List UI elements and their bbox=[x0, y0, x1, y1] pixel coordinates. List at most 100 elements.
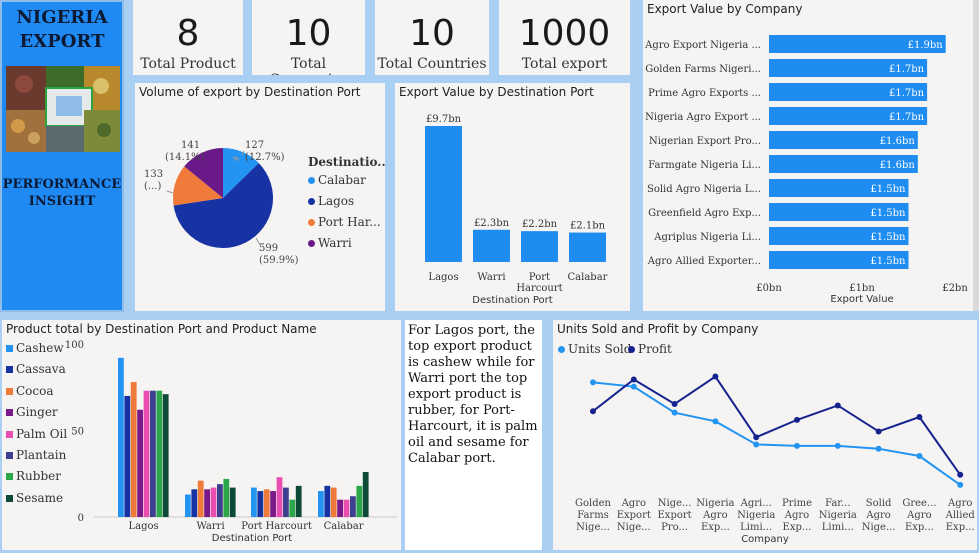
product-bar[interactable] bbox=[330, 487, 337, 517]
product-bar[interactable] bbox=[324, 485, 331, 517]
pie-label-warri-value: 141 bbox=[181, 140, 200, 151]
product-bar[interactable] bbox=[118, 357, 124, 517]
profit-point[interactable] bbox=[957, 471, 964, 478]
product-bar[interactable] bbox=[276, 477, 283, 517]
product-bar[interactable] bbox=[150, 390, 156, 517]
product-bar[interactable] bbox=[263, 489, 270, 517]
units-sold-point[interactable] bbox=[630, 383, 637, 390]
product-bar[interactable] bbox=[318, 491, 324, 517]
product-bar[interactable] bbox=[270, 491, 276, 517]
units-sold-point[interactable] bbox=[794, 442, 800, 449]
product-bar[interactable] bbox=[143, 390, 150, 517]
profit-point[interactable] bbox=[916, 414, 923, 420]
product-bar[interactable] bbox=[257, 491, 264, 517]
pie-legend-calabar[interactable]: Calabar bbox=[308, 173, 366, 187]
pie-legend-port-harcourt[interactable]: Port Har... bbox=[308, 215, 381, 229]
units-sold-point[interactable] bbox=[875, 445, 882, 452]
product-bar[interactable] bbox=[185, 494, 191, 517]
legend-label: Calabar bbox=[318, 173, 366, 187]
kpi-value: 10 bbox=[285, 13, 332, 54]
product-bar[interactable] bbox=[295, 485, 302, 517]
port-bar-data-label: £2.1bn bbox=[570, 221, 606, 232]
pie-label-portharcourt-value: 133 bbox=[144, 169, 163, 180]
product-bar[interactable] bbox=[156, 390, 163, 517]
sidebar: NIGERIA EXPORT PERFORMANCE INSIGHT bbox=[0, 0, 124, 312]
company-category-label: Agro Export Nigeria ... bbox=[644, 40, 761, 51]
company-x-tick-label: £2bn bbox=[942, 283, 968, 294]
pie-chart-panel: Volume of export by Destination Port 127… bbox=[135, 83, 385, 311]
product-bar[interactable] bbox=[223, 478, 230, 517]
company-bar-data-label: £1.5bn bbox=[870, 208, 906, 219]
legend-dot bbox=[308, 198, 315, 205]
profit-point[interactable] bbox=[630, 376, 637, 383]
company-x-label: Far... bbox=[825, 498, 850, 509]
product-bar[interactable] bbox=[251, 487, 257, 517]
scrollbar[interactable] bbox=[973, 0, 979, 311]
profit-point[interactable] bbox=[590, 408, 596, 415]
port-category-label: Harcourt bbox=[516, 283, 562, 294]
pie-label-calabar-pct: (12.7%) bbox=[245, 152, 285, 163]
units-sold-point[interactable] bbox=[834, 442, 841, 449]
profit-point[interactable] bbox=[834, 402, 841, 409]
company-x-label: Agro bbox=[906, 510, 931, 521]
company-category-label: Agro Allied Exporter... bbox=[647, 256, 761, 267]
product-bar[interactable] bbox=[337, 499, 343, 517]
profit-point[interactable] bbox=[753, 434, 760, 441]
units-profit-x-axis-title: Company bbox=[741, 534, 789, 545]
company-bar-data-label: £1.5bn bbox=[870, 232, 906, 243]
pie-legend-lagos[interactable]: Lagos bbox=[308, 194, 354, 208]
port-bar[interactable] bbox=[569, 232, 606, 262]
company-x-label: Agro bbox=[865, 510, 890, 521]
profit-line bbox=[592, 375, 962, 476]
product-bar[interactable] bbox=[289, 499, 296, 517]
port-bar[interactable] bbox=[473, 229, 510, 262]
produce-image bbox=[6, 66, 120, 152]
port-bar[interactable] bbox=[425, 126, 462, 262]
units-sold-point[interactable] bbox=[916, 453, 923, 459]
kpi-label: Total Companies bbox=[269, 56, 348, 75]
product-bar[interactable] bbox=[162, 394, 169, 517]
product-bar[interactable] bbox=[130, 382, 137, 517]
company-category-label: Prime Agro Exports ... bbox=[648, 88, 761, 99]
port-value-chart-panel: Export Value by Destination Port £9.7bn L… bbox=[395, 83, 630, 311]
kpi-value: 8 bbox=[176, 13, 200, 54]
units-sold-point[interactable] bbox=[590, 379, 596, 386]
port-bar-data-label: £9.7bn bbox=[426, 114, 462, 125]
profit-point[interactable] bbox=[875, 428, 882, 435]
profit-point[interactable] bbox=[671, 401, 678, 407]
company-value-x-axis-title: Export Value bbox=[830, 294, 894, 305]
product-category-label: Lagos bbox=[129, 521, 159, 532]
units-sold-point[interactable] bbox=[957, 481, 964, 488]
profit-point[interactable] bbox=[794, 416, 800, 423]
units-sold-point[interactable] bbox=[753, 441, 760, 448]
product-bar[interactable] bbox=[362, 472, 369, 517]
profit-point[interactable] bbox=[712, 373, 719, 380]
port-category-label: Warri bbox=[477, 272, 505, 283]
legend-label: Port Har... bbox=[318, 215, 381, 229]
company-x-label: Nigeria bbox=[819, 510, 857, 521]
units-sold-point[interactable] bbox=[671, 409, 678, 416]
units-profit-chart: GoldenFarmsNige...AgroExportNige...Nige.… bbox=[575, 373, 975, 533]
pie-label-warri-pct: (14.1%) bbox=[165, 152, 205, 163]
product-category-label: Warri bbox=[197, 521, 225, 532]
product-bar[interactable] bbox=[217, 484, 223, 517]
units-sold-point[interactable] bbox=[712, 418, 719, 425]
product-bar[interactable] bbox=[356, 485, 363, 517]
port-bar[interactable] bbox=[521, 231, 558, 262]
product-bar[interactable] bbox=[191, 489, 198, 517]
kpi-label: Total Countries bbox=[377, 56, 487, 72]
company-bar-data-label: £1.6bn bbox=[880, 136, 916, 147]
product-bar[interactable] bbox=[124, 395, 131, 517]
product-bar[interactable] bbox=[283, 487, 289, 517]
pie-legend-warri[interactable]: Warri bbox=[308, 236, 352, 250]
product-bar[interactable] bbox=[137, 409, 143, 517]
product-bar[interactable] bbox=[210, 487, 217, 517]
product-bar[interactable] bbox=[343, 499, 350, 517]
company-x-tick-label: £1bn bbox=[849, 283, 875, 294]
product-bar[interactable] bbox=[204, 489, 210, 517]
product-bar[interactable] bbox=[229, 487, 236, 517]
company-category-label: Golden Farms Nigeri... bbox=[645, 64, 761, 75]
product-bar[interactable] bbox=[350, 496, 356, 517]
product-bar[interactable] bbox=[197, 480, 204, 517]
product-total-chart-panel: Product total by Destination Port and Pr… bbox=[2, 320, 401, 550]
